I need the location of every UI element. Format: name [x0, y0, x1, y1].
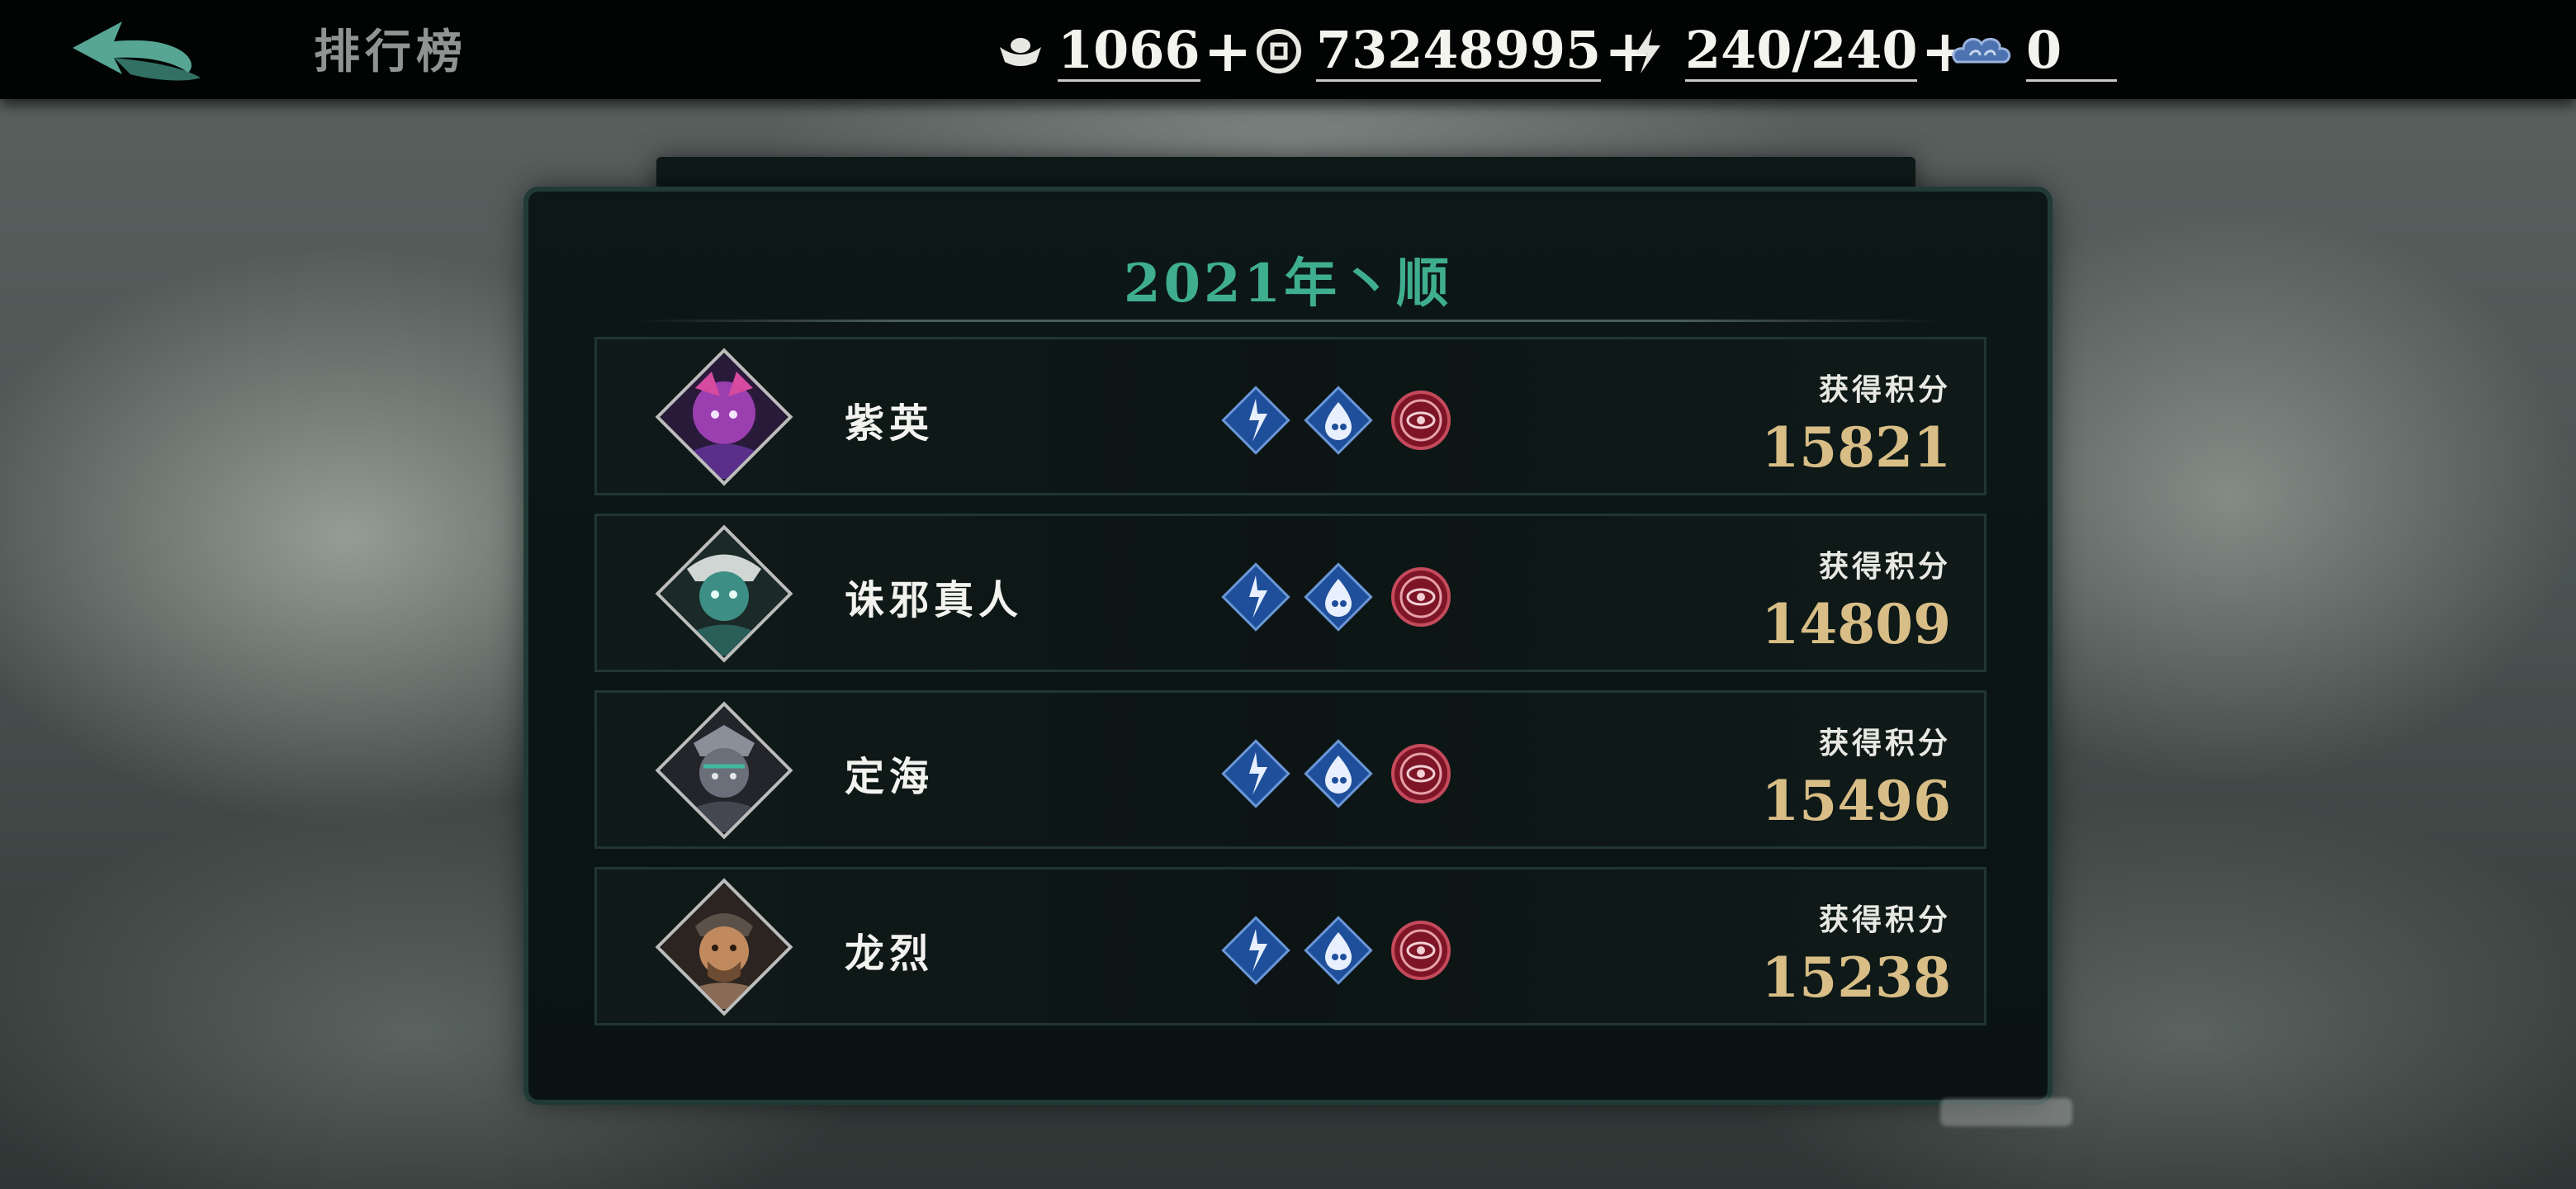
resource-ingot: 1066 +	[995, 18, 1252, 84]
ingot-add-button[interactable]: +	[1204, 22, 1252, 80]
score-value: 15496	[1761, 769, 1951, 833]
skill-icons	[1216, 381, 1464, 460]
resource-coin: 73248995 +	[1253, 18, 1653, 84]
title-divider	[636, 320, 1940, 322]
faded-text-smudge	[1940, 1098, 2072, 1126]
coin-value: 73248995	[1316, 19, 1602, 82]
cloud-icon	[1949, 26, 2015, 77]
player-name: 定海	[845, 754, 935, 800]
lightning-icon	[1622, 26, 1674, 77]
eye-seal-icon	[1381, 381, 1461, 460]
water-spirit-icon	[1299, 557, 1378, 637]
leaderboard-row[interactable]: 龙烈 获得积分 15238	[594, 867, 1986, 1026]
skill-icons	[1216, 734, 1464, 813]
leaderboard-row[interactable]: 定海 获得积分 15496	[594, 690, 1986, 849]
lightning-burst-icon	[1216, 734, 1295, 813]
eye-seal-icon	[1381, 911, 1461, 990]
score-value: 14809	[1761, 592, 1951, 656]
skill-icons	[1216, 557, 1464, 637]
score-value: 15821	[1761, 415, 1951, 480]
back-arrow-icon	[73, 21, 201, 81]
avatar	[655, 524, 793, 663]
score-label: 获得积分	[1818, 726, 1951, 760]
lightning-burst-icon	[1216, 911, 1295, 990]
resource-cloud: 0	[1949, 18, 2117, 84]
water-spirit-icon	[1299, 381, 1378, 460]
panel-title: 2021年丶顺	[1123, 253, 1453, 315]
cloud-value: 0	[2026, 21, 2117, 82]
page-title: 排行榜	[314, 25, 467, 79]
score-value: 15238	[1761, 945, 1951, 1010]
score-label: 获得积分	[1818, 902, 1951, 937]
score-label: 获得积分	[1818, 549, 1951, 584]
player-name: 龙烈	[845, 931, 935, 977]
top-bar: 排行榜 1066 + 73248995 + 240/240 + 0	[0, 0, 2576, 99]
avatar	[655, 701, 793, 840]
resource-stamina: 240/240 +	[1622, 18, 1969, 84]
ingot-icon	[995, 26, 1046, 77]
coin-icon	[1253, 26, 1305, 77]
avatar	[655, 878, 793, 1016]
back-button[interactable]	[64, 15, 209, 89]
eye-seal-icon	[1381, 734, 1461, 813]
leaderboard-row[interactable]: 诛邪真人 获得积分 14809	[594, 514, 1986, 672]
ingot-value: 1066	[1058, 19, 1200, 82]
player-name: 紫英	[845, 400, 935, 447]
water-spirit-icon	[1299, 911, 1378, 990]
eye-seal-icon	[1381, 557, 1461, 637]
skill-icons	[1216, 911, 1464, 990]
water-spirit-icon	[1299, 734, 1378, 813]
avatar	[655, 348, 793, 486]
lightning-burst-icon	[1216, 381, 1295, 460]
score-label: 获得积分	[1818, 372, 1951, 407]
player-name: 诛邪真人	[845, 577, 1024, 623]
stamina-value: 240/240	[1685, 19, 1918, 82]
leaderboard-row[interactable]: 紫英 获得积分 15821	[594, 337, 1986, 495]
leaderboard-panel: 2021年丶顺 紫英 获得积分 15821 诛邪真人 获得积分 14809 定海…	[528, 192, 2048, 1100]
lightning-burst-icon	[1216, 557, 1295, 637]
